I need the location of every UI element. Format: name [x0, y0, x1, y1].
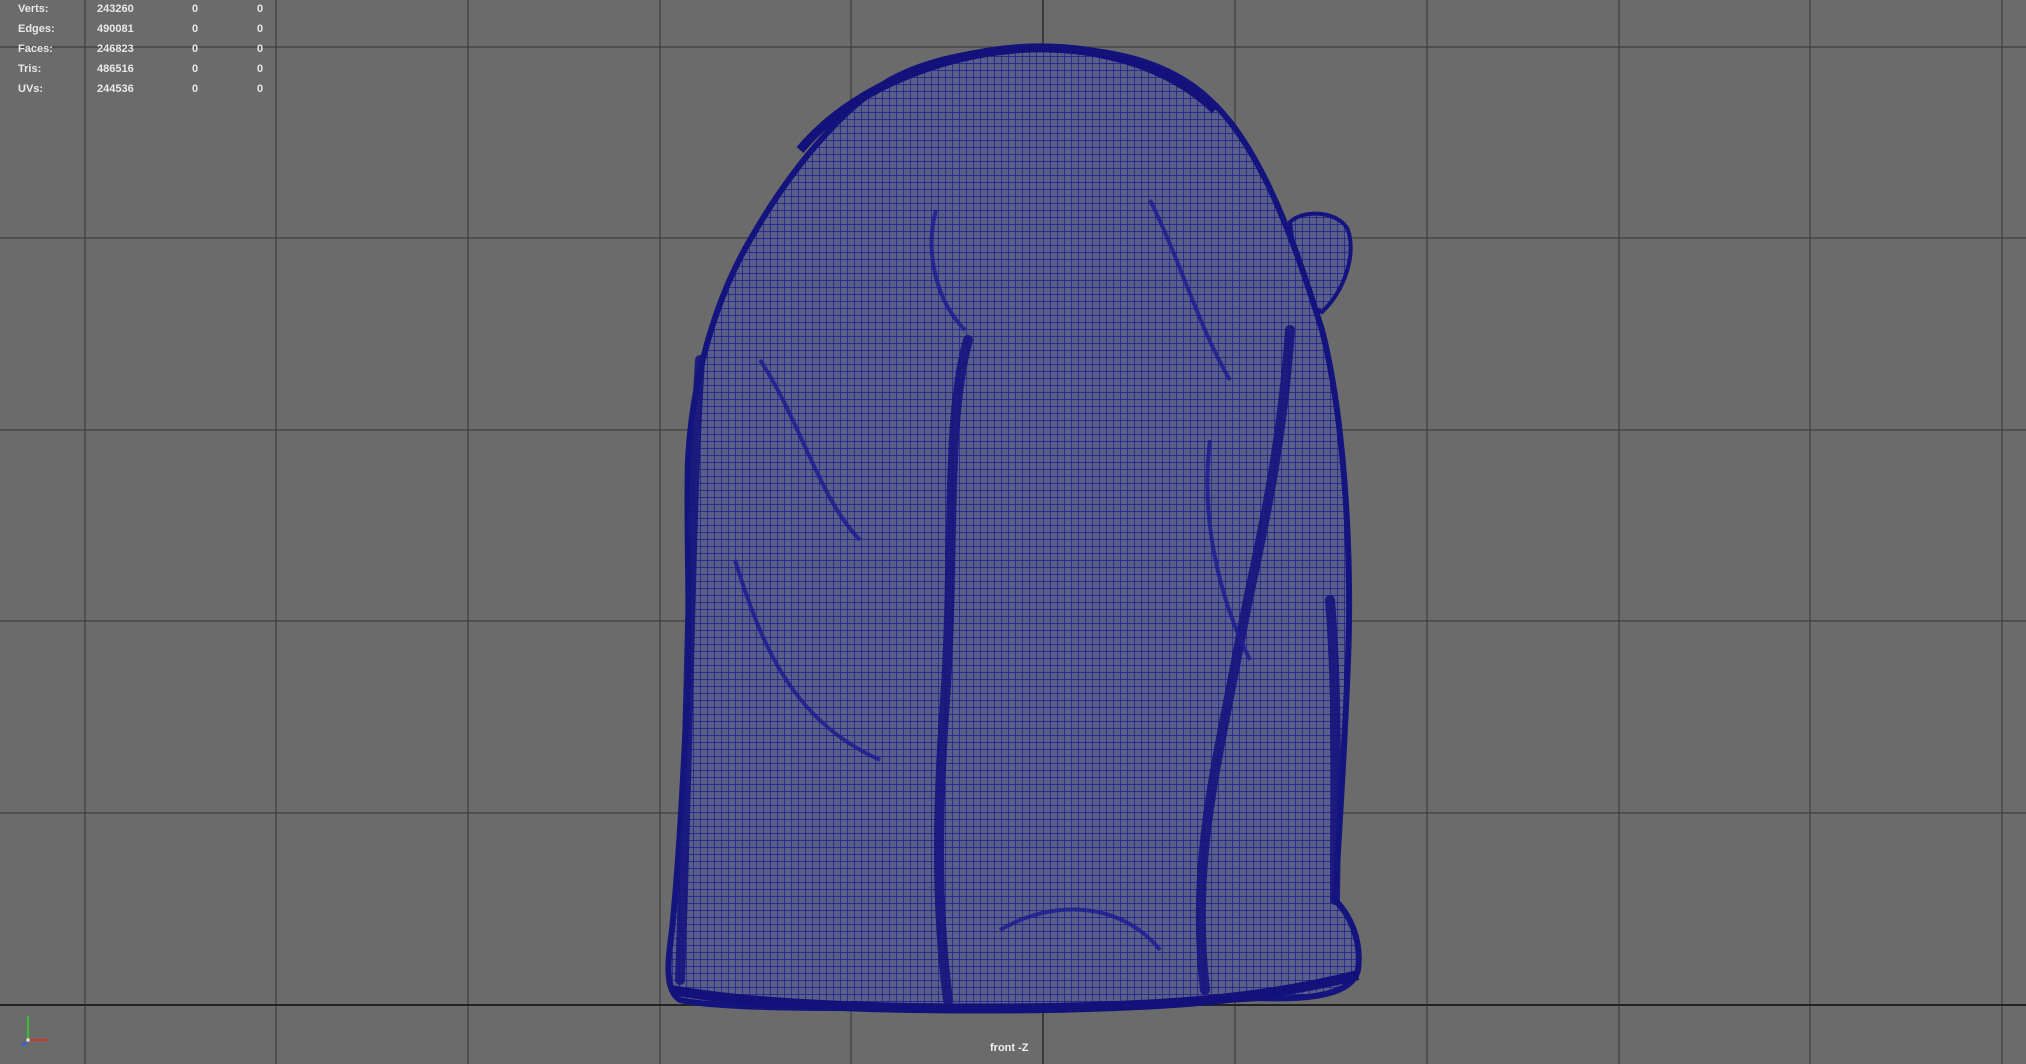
hud-selected: 0 [192, 23, 199, 35]
hud-selected-b: 0 [257, 3, 264, 15]
hud-selected: 0 [192, 63, 199, 75]
camera-name-label: front -Z [990, 1042, 1029, 1054]
hud-label: Faces: [18, 43, 53, 55]
hud-label: Tris: [18, 63, 42, 75]
hud-selected-b: 0 [257, 83, 264, 95]
hud-label: Edges: [18, 23, 55, 35]
polar-bear-wireframe-mesh[interactable] [0, 0, 2026, 1064]
hud-label: Verts: [18, 3, 49, 15]
hud-total: 244536 [97, 83, 134, 95]
hud-selected-b: 0 [257, 43, 264, 55]
hud-selected: 0 [192, 43, 199, 55]
hud-selected-b: 0 [257, 23, 264, 35]
hud-total: 486516 [97, 63, 134, 75]
hud-label: UVs: [18, 83, 44, 95]
hud-selected-b: 0 [257, 63, 264, 75]
hud-selected: 0 [192, 3, 199, 15]
modeling-viewport[interactable]: Verts: 243260 0 0 Edges: 490081 0 0 Face… [0, 0, 2026, 1064]
hud-total: 243260 [97, 3, 134, 15]
hud-total: 246823 [97, 43, 134, 55]
hud-selected: 0 [192, 83, 199, 95]
axis-gizmo-icon [21, 1016, 48, 1047]
hud-total: 490081 [97, 23, 134, 35]
